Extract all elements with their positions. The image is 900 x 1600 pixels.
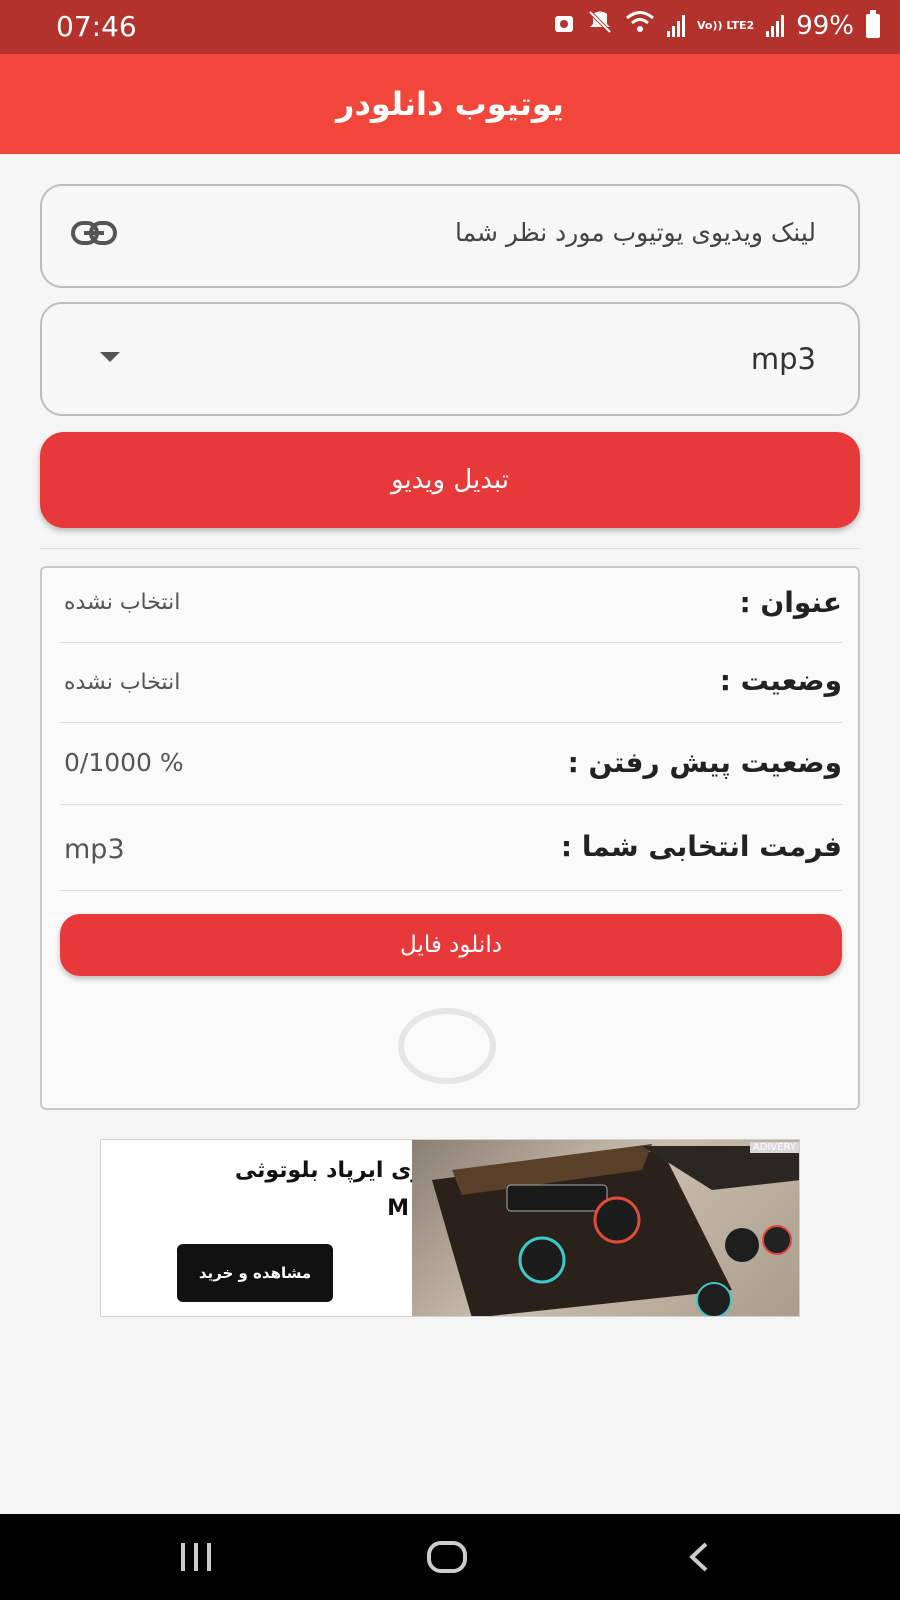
battery-icon (866, 9, 880, 38)
convert-video-button[interactable]: تبدیل ویدیو (40, 432, 860, 528)
network-label: Vo)) LTE2 (696, 19, 755, 32)
home-icon[interactable] (426, 1540, 468, 1578)
info-card: عنوان : انتخاب نشده وضعیت : انتخاب نشده … (40, 566, 860, 1110)
info-row-format: فرمت انتخابی شما : mp3 (60, 804, 842, 891)
notification-icon (553, 11, 575, 41)
status-value: انتخاب نشده (64, 670, 181, 695)
battery-percent: 99% (796, 10, 854, 41)
title-value: انتخاب نشده (64, 590, 181, 615)
signal-icon (666, 14, 685, 37)
info-row-title: عنوان : انتخاب نشده (60, 568, 842, 643)
navigation-bar (0, 1514, 900, 1600)
wifi-icon (625, 10, 655, 41)
loading-spinner (398, 1008, 496, 1084)
status-icons: Vo)) LTE2 99% (553, 9, 880, 41)
page-title: یوتیوب دانلودر (336, 85, 564, 123)
download-file-button[interactable]: دانلود فایل (60, 914, 842, 976)
info-row-status: وضعیت : انتخاب نشده (60, 642, 842, 723)
status-bar: 07:46 Vo)) LTE2 99% (0, 0, 900, 54)
format-select-value: mp3 (750, 342, 816, 376)
signal-icon-2 (766, 14, 785, 37)
format-value: mp3 (64, 834, 125, 865)
ad-buy-button[interactable]: مشاهده و خرید (177, 1244, 333, 1302)
divider (40, 548, 860, 549)
link-input-placeholder: لینک ویدیوی یوتیوب مورد نظر شما (454, 218, 816, 247)
ad-product-image: ADIVERY (412, 1140, 799, 1316)
title-label: عنوان : (739, 586, 842, 619)
progress-label: وضعیت پیش رفتن : (567, 746, 842, 779)
caret-down-icon (100, 352, 120, 362)
mute-icon (587, 10, 613, 41)
progress-value: 0/1000 % (64, 748, 184, 777)
back-icon[interactable] (686, 1540, 712, 1578)
link-input[interactable]: لینک ویدیوی یوتیوب مورد نظر شما (40, 184, 860, 288)
format-select[interactable]: mp3 (40, 302, 860, 416)
info-row-progress: وضعیت پیش رفتن : 0/1000 % (60, 722, 842, 805)
status-time: 07:46 (56, 10, 137, 43)
ad-banner[interactable]: هندزفری ایرپاد بلوتوثی مدل M۱۰ مشاهده و … (100, 1139, 800, 1317)
status-label: وضعیت : (719, 664, 842, 697)
recent-apps-icon[interactable] (176, 1540, 216, 1578)
ad-badge: ADIVERY (749, 1142, 799, 1153)
link-icon (70, 220, 118, 250)
format-label: فرمت انتخابی شما : (560, 830, 842, 863)
app-bar: یوتیوب دانلودر (0, 54, 900, 154)
